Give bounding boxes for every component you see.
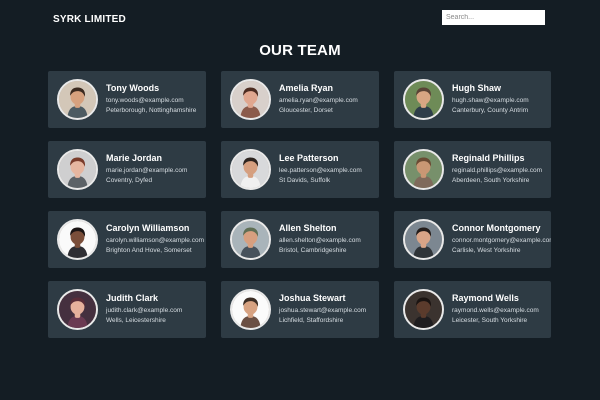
- team-member-card[interactable]: Amelia Ryan amelia.ryan@example.com Glouce…: [221, 71, 379, 128]
- avatar: [230, 79, 271, 120]
- team-member-card[interactable]: Raymond Wells raymond.wells@example.com Le…: [394, 281, 551, 338]
- member-location: Bristol, Cambridgeshire: [279, 247, 347, 254]
- member-name[interactable]: Amelia Ryan: [279, 83, 358, 93]
- avatar: [57, 289, 98, 330]
- member-email[interactable]: tony.woods@example.com: [106, 96, 196, 106]
- member-location: Brighton And Hove, Somerset: [106, 247, 192, 254]
- member-email[interactable]: connor.montgomery@example.com: [452, 236, 551, 246]
- avatar: [230, 149, 271, 190]
- member-location: St Davids, Suffolk: [279, 177, 331, 184]
- member-info: Lee Patterson lee.patterson@example.com St…: [279, 153, 362, 186]
- member-name[interactable]: Connor Montgomery: [452, 223, 551, 233]
- member-location: Wells, Leicestershire: [106, 317, 166, 324]
- member-location: Gloucester, Dorset: [279, 107, 333, 114]
- member-location: Coventry, Dyfed: [106, 177, 153, 184]
- member-info: Carolyn Williamson carolyn.williamson@exa…: [106, 223, 204, 256]
- member-info: Raymond Wells raymond.wells@example.com Le…: [452, 293, 539, 326]
- member-location: Carlisle, West Yorkshire: [452, 247, 521, 254]
- avatar: [403, 149, 444, 190]
- avatar: [57, 219, 98, 260]
- member-info: Tony Woods tony.woods@example.com Peterbor…: [106, 83, 196, 116]
- avatar: [403, 79, 444, 120]
- member-name[interactable]: Hugh Shaw: [452, 83, 529, 93]
- member-info: Connor Montgomery connor.montgomery@examp…: [452, 223, 551, 256]
- avatar: [230, 219, 271, 260]
- member-email[interactable]: carolyn.williamson@example.com: [106, 236, 204, 246]
- member-info: Hugh Shaw hugh.shaw@example.com Canterbury…: [452, 83, 529, 116]
- member-location: Lichfield, Staffordshire: [279, 317, 344, 324]
- member-location: Canterbury, County Antrim: [452, 107, 529, 114]
- avatar: [230, 289, 271, 330]
- member-info: Amelia Ryan amelia.ryan@example.com Glouce…: [279, 83, 358, 116]
- team-member-card[interactable]: Judith Clark judith.clark@example.com Well…: [48, 281, 206, 338]
- member-name[interactable]: Raymond Wells: [452, 293, 539, 303]
- member-name[interactable]: Carolyn Williamson: [106, 223, 204, 233]
- member-email[interactable]: lee.patterson@example.com: [279, 166, 362, 176]
- team-member-card[interactable]: Joshua Stewart joshua.stewart@example.com…: [221, 281, 379, 338]
- team-member-card[interactable]: Tony Woods tony.woods@example.com Peterbor…: [48, 71, 206, 128]
- member-email[interactable]: amelia.ryan@example.com: [279, 96, 358, 106]
- member-location: Aberdeen, South Yorkshire: [452, 177, 530, 184]
- team-member-card[interactable]: Reginald Phillips reginald.phillips@examp…: [394, 141, 551, 198]
- member-info: Allen Shelton allen.shelton@example.com Br…: [279, 223, 361, 256]
- search-input[interactable]: [442, 10, 545, 25]
- avatar: [403, 289, 444, 330]
- page: SYRK LIMITED OUR TEAM Tony Woods tony.woo…: [0, 0, 600, 400]
- member-email[interactable]: joshua.stewart@example.com: [279, 306, 366, 316]
- member-info: Joshua Stewart joshua.stewart@example.com…: [279, 293, 366, 326]
- member-location: Leicester, South Yorkshire: [452, 317, 528, 324]
- member-email[interactable]: allen.shelton@example.com: [279, 236, 361, 246]
- team-member-card[interactable]: Lee Patterson lee.patterson@example.com St…: [221, 141, 379, 198]
- member-name[interactable]: Lee Patterson: [279, 153, 362, 163]
- member-name[interactable]: Tony Woods: [106, 83, 196, 93]
- avatar: [57, 149, 98, 190]
- member-info: Judith Clark judith.clark@example.com Well…: [106, 293, 182, 326]
- team-member-card[interactable]: Allen Shelton allen.shelton@example.com Br…: [221, 211, 379, 268]
- member-name[interactable]: Judith Clark: [106, 293, 182, 303]
- member-name[interactable]: Allen Shelton: [279, 223, 361, 233]
- avatar: [57, 79, 98, 120]
- avatar: [403, 219, 444, 260]
- member-name[interactable]: Reginald Phillips: [452, 153, 542, 163]
- member-email[interactable]: hugh.shaw@example.com: [452, 96, 529, 106]
- team-member-card[interactable]: Connor Montgomery connor.montgomery@examp…: [394, 211, 551, 268]
- member-location: Peterborough, Nottinghamshire: [106, 107, 197, 114]
- member-email[interactable]: marie.jordan@example.com: [106, 166, 187, 176]
- member-email[interactable]: reginald.phillips@example.com: [452, 166, 542, 176]
- brand-logo-text[interactable]: SYRK LIMITED: [53, 14, 126, 25]
- team-member-card[interactable]: Hugh Shaw hugh.shaw@example.com Canterbury…: [394, 71, 551, 128]
- member-name[interactable]: Joshua Stewart: [279, 293, 366, 303]
- member-email[interactable]: raymond.wells@example.com: [452, 306, 539, 316]
- team-grid: Tony Woods tony.woods@example.com Peterbor…: [48, 71, 551, 338]
- team-member-card[interactable]: Marie Jordan marie.jordan@example.com Cove…: [48, 141, 206, 198]
- member-info: Reginald Phillips reginald.phillips@examp…: [452, 153, 542, 186]
- member-info: Marie Jordan marie.jordan@example.com Cove…: [106, 153, 187, 186]
- section-title: OUR TEAM: [259, 42, 341, 59]
- member-name[interactable]: Marie Jordan: [106, 153, 187, 163]
- member-email[interactable]: judith.clark@example.com: [106, 306, 182, 316]
- team-member-card[interactable]: Carolyn Williamson carolyn.williamson@exa…: [48, 211, 206, 268]
